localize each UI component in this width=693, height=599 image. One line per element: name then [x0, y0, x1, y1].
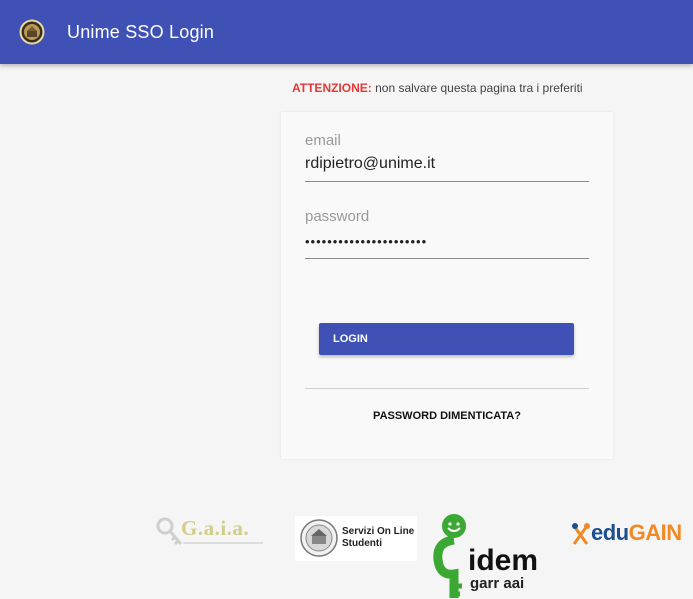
servizi-online-logo[interactable]: Servizi On Line Studenti	[295, 516, 417, 561]
bookmark-warning: ATTENZIONE: non salvare questa pagina tr…	[292, 81, 622, 95]
app-bar: Unime SSO Login	[0, 0, 693, 64]
edugain-edu: edu	[591, 520, 629, 545]
divider	[305, 388, 589, 389]
warning-text: non salvare questa pagina tra i preferit…	[371, 81, 583, 95]
edugain-gain: GAIN	[628, 520, 683, 545]
warning-label: ATTENZIONE:	[292, 81, 372, 95]
gaia-logo-underline	[183, 542, 263, 544]
servizi-online-text: Servizi On Line Studenti	[342, 526, 414, 550]
university-seal-icon	[19, 19, 45, 45]
idem-logo-graphic: idem garr aai	[433, 514, 538, 598]
email-label: email	[305, 132, 341, 149]
login-button[interactable]: LOGIN	[319, 323, 574, 355]
idem-text: idem	[468, 544, 538, 577]
servizi-online-line1: Servizi On Line	[342, 526, 415, 537]
gaia-logo-text: G.a.i.a.	[181, 516, 250, 540]
password-field-group: password	[305, 208, 589, 259]
edugain-text: eduGAIN	[591, 520, 682, 546]
app-title: Unime SSO Login	[67, 22, 215, 42]
edugain-logo[interactable]: eduGAIN	[571, 520, 693, 550]
forgot-password-link[interactable]: PASSWORD DIMENTICATA?	[281, 410, 613, 422]
password-label: password	[305, 208, 370, 225]
idem-garr-logo[interactable]: idem garr aai	[430, 512, 560, 599]
servizi-online-line2: Studenti	[342, 538, 382, 549]
email-input[interactable]	[305, 149, 589, 182]
gaia-logo[interactable]: G.a.i.a.	[155, 512, 273, 552]
password-input[interactable]	[305, 225, 589, 259]
garr-aai-text: garr aai	[470, 575, 524, 592]
university-seal-icon	[300, 519, 338, 557]
email-field-group: email	[305, 132, 589, 182]
edugain-mark-icon	[572, 523, 590, 545]
login-card: email password LOGIN PASSWORD DIMENTICAT…	[281, 112, 613, 459]
